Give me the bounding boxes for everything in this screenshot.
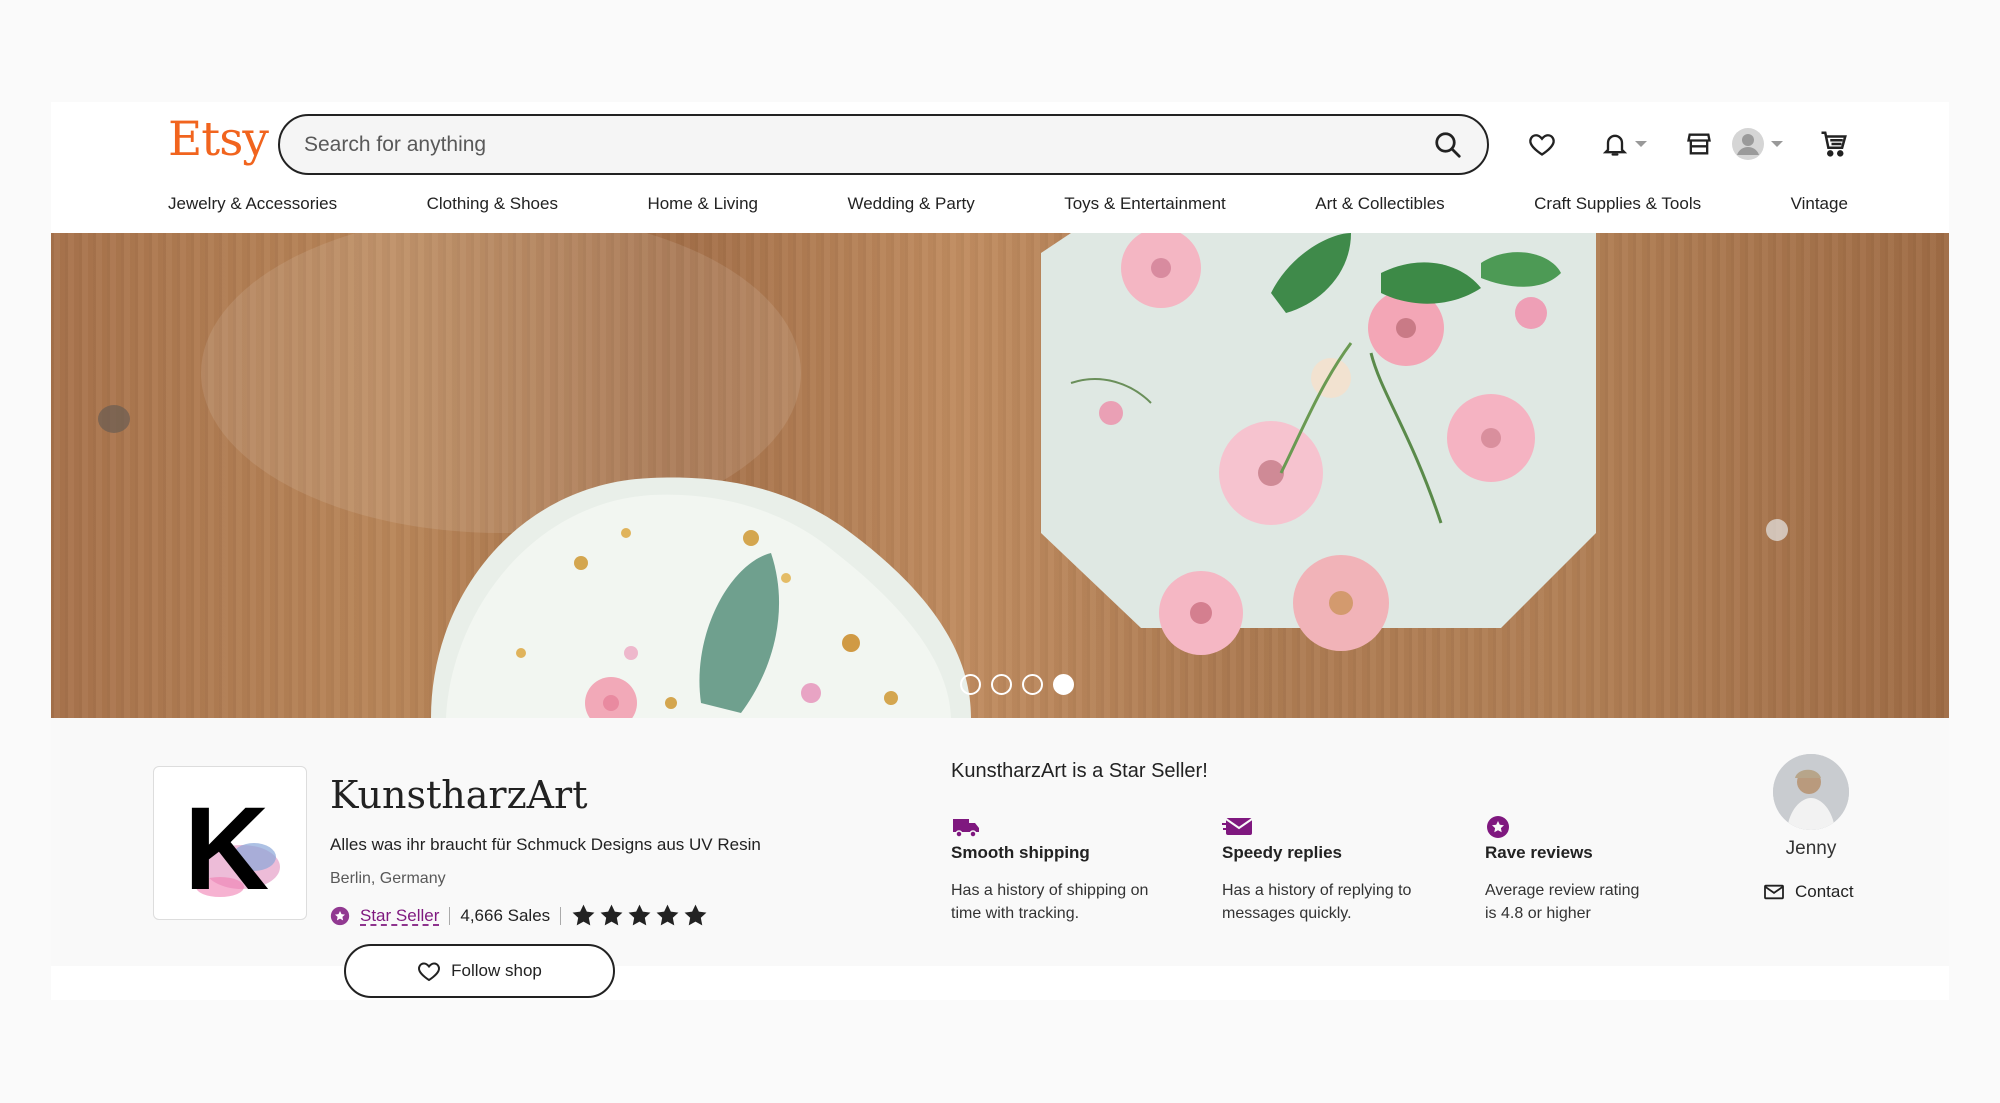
shop-logo[interactable]: K [153, 766, 307, 920]
feature-description: Has a history of replying to messages qu… [1222, 879, 1462, 925]
feature-desc-line: Has a history of replying to [1222, 882, 1412, 899]
mail-icon [1764, 884, 1784, 900]
truck-icon [953, 819, 979, 838]
shop-name: KunstharzArt [330, 773, 588, 817]
nav-vintage[interactable]: Vintage [1791, 194, 1848, 214]
feature-desc-line: time with tracking. [951, 905, 1080, 922]
chevron-down-icon [1771, 141, 1783, 147]
etsy-logo[interactable]: Etsy [168, 112, 269, 167]
carousel-dot-4[interactable] [1053, 674, 1074, 695]
nav-toys-entertainment[interactable]: Toys & Entertainment [1064, 194, 1226, 214]
nav-jewelry-accessories[interactable]: Jewelry & Accessories [168, 194, 337, 214]
feature-description: Has a history of shipping on time with t… [951, 879, 1191, 925]
cart-button[interactable] [1819, 124, 1849, 164]
account-button[interactable] [1731, 124, 1783, 164]
nav-clothing-shoes[interactable]: Clothing & Shoes [427, 194, 558, 214]
feature-description: Average review rating is 4.8 or higher [1485, 879, 1725, 925]
star-icon [656, 904, 679, 926]
sales-count: 4,666 Sales [460, 905, 551, 925]
search-bar[interactable] [278, 114, 1489, 175]
heart-icon [1529, 134, 1555, 156]
contact-button[interactable]: Contact [1763, 882, 1854, 902]
feature-speedy-replies: Speedy replies Has a history of replying… [1222, 815, 1462, 925]
shop-owner-avatar[interactable] [1773, 754, 1849, 830]
feature-rave-reviews: Rave reviews Average review rating is 4.… [1485, 815, 1725, 925]
star-seller-title: KunstharzArt is a Star Seller! [951, 760, 1208, 782]
carousel-dot-1[interactable] [960, 674, 981, 695]
hero-artwork [98, 233, 1788, 718]
shop-manager-button[interactable] [1685, 124, 1713, 164]
star-seller-badge-icon [330, 906, 350, 925]
feature-title: Smooth shipping [951, 843, 1090, 862]
feature-desc-line: is 4.8 or higher [1485, 905, 1591, 922]
star-icon [600, 904, 623, 926]
follow-shop-button[interactable]: Follow shop [344, 944, 615, 998]
page: Etsy Search for anything Jewelry & Acces… [51, 102, 1949, 1000]
nav-craft-supplies-tools[interactable]: Craft Supplies & Tools [1534, 194, 1701, 214]
shop-info-bar: K KunstharzArt Alles was ihr braucht für… [51, 718, 1949, 998]
avatar-icon [1732, 128, 1764, 160]
owner-photo [1773, 754, 1849, 830]
star-icon [628, 904, 651, 926]
shop-description: Alles was ihr braucht für Schmuck Design… [330, 835, 761, 854]
heart-icon [418, 962, 441, 982]
chevron-down-icon [1635, 141, 1647, 147]
feature-title: Rave reviews [1485, 843, 1593, 862]
store-icon [1687, 133, 1711, 155]
hero-banner[interactable] [51, 233, 1949, 718]
rating-stars[interactable] [571, 903, 708, 928]
shop-logo-letter: K [184, 783, 269, 915]
nav-home-living[interactable]: Home & Living [647, 194, 758, 214]
star-icon [572, 904, 595, 926]
message-icon [1222, 818, 1253, 835]
shop-stats: Star Seller 4,666 Sales [330, 903, 708, 928]
notifications-button[interactable] [1601, 124, 1647, 164]
follow-shop-label: Follow shop [451, 961, 542, 980]
category-nav: Jewelry & Accessories Clothing & Shoes H… [168, 194, 1848, 214]
star-seller-link[interactable]: Star Seller [360, 906, 439, 926]
cart-icon [1821, 131, 1847, 157]
carousel-dots [960, 674, 1074, 695]
shop-location: Berlin, Germany [330, 870, 446, 887]
search-icon[interactable] [1433, 130, 1463, 160]
star-icon [684, 904, 707, 926]
star-badge-icon [1487, 816, 1509, 838]
shop-owner-name: Jenny [1785, 838, 1837, 859]
feature-desc-line: Has a history of shipping on [951, 882, 1149, 899]
feature-smooth-shipping: Smooth shipping Has a history of shippin… [951, 815, 1191, 925]
shop-logo-image: K [184, 783, 280, 915]
carousel-dot-3[interactable] [1022, 674, 1043, 695]
feature-desc-line: messages quickly. [1222, 905, 1352, 922]
divider [449, 906, 451, 925]
feature-desc-line: Average review rating [1485, 882, 1640, 899]
search-input[interactable] [304, 116, 1384, 173]
nav-wedding-party[interactable]: Wedding & Party [847, 194, 974, 214]
feature-title: Speedy replies [1222, 843, 1343, 862]
divider [560, 906, 562, 925]
bell-icon [1602, 134, 1628, 156]
favorites-button[interactable] [1528, 124, 1556, 164]
contact-label: Contact [1795, 882, 1854, 901]
carousel-dot-2[interactable] [991, 674, 1012, 695]
nav-art-collectibles[interactable]: Art & Collectibles [1315, 194, 1444, 214]
